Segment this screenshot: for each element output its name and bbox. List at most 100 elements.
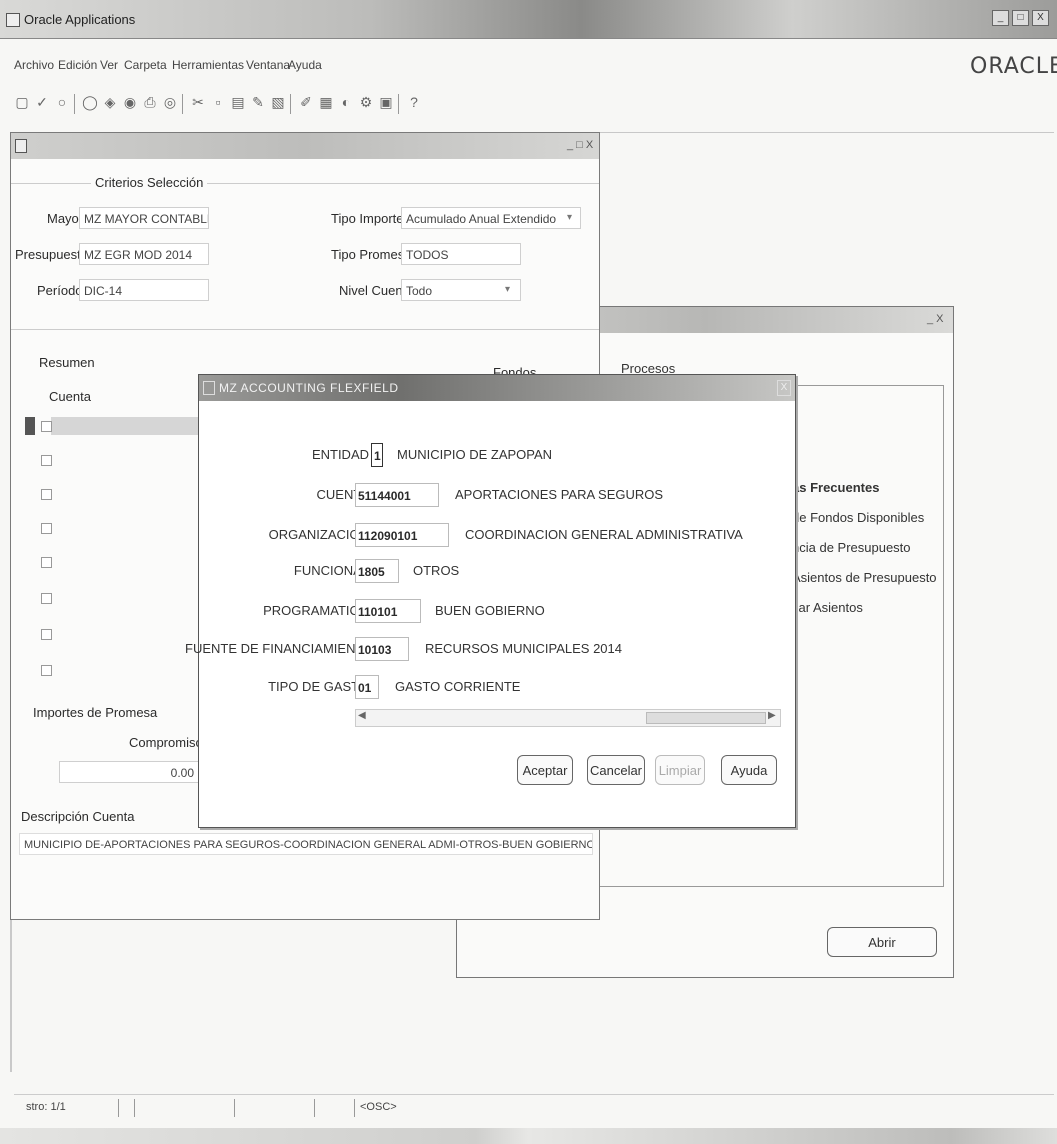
tipo-promesa-label: Tipo Promesa <box>331 247 412 262</box>
row-checkbox[interactable] <box>41 489 52 500</box>
row-checkbox[interactable] <box>41 455 52 466</box>
attach-icon[interactable]: ◎ <box>162 94 178 112</box>
row-checkbox[interactable] <box>41 665 52 676</box>
current-row-indicator <box>25 417 35 435</box>
fuente-label: FUENTE DE FINANCIAMIENTO <box>185 641 374 656</box>
status-separator <box>354 1099 355 1117</box>
close-icon[interactable]: X <box>777 380 791 396</box>
scrollbar-thumb[interactable] <box>646 712 766 724</box>
ayuda-button[interactable]: Ayuda <box>721 755 777 785</box>
window-controls-icon[interactable]: _ □ X <box>567 139 593 151</box>
process-item[interactable]: zar Asientos <box>792 600 863 615</box>
tipo-importe-label: Tipo Importe <box>331 211 404 226</box>
periodo-field[interactable]: DIC-14 <box>79 279 209 301</box>
help-icon[interactable]: ? <box>406 94 422 112</box>
scroll-right-icon[interactable]: ▶ <box>768 710 776 721</box>
navigator-icon[interactable]: ◈ <box>102 94 118 112</box>
edit-icon[interactable]: ✎ <box>250 94 266 112</box>
limpiar-button[interactable]: Limpiar <box>655 755 705 785</box>
tipo-gasto-input[interactable]: 01 <box>355 675 379 699</box>
process-item[interactable]: ncia de Presupuesto <box>792 540 911 555</box>
oracle-logo: ORACLE <box>970 54 1057 79</box>
process-item[interactable]: Asientos de Presupuesto <box>792 570 937 585</box>
nivel-cuenta-select[interactable]: Todo <box>401 279 521 301</box>
print-icon[interactable]: ⎙ <box>142 94 158 112</box>
row-checkbox[interactable] <box>41 523 52 534</box>
cuenta-input[interactable]: 51144001 <box>355 483 439 507</box>
row-checkbox[interactable] <box>41 421 52 432</box>
periodo-label: Período <box>37 283 83 298</box>
window-controls-icon[interactable]: _ X <box>927 313 944 325</box>
presupuesto-field[interactable]: MZ EGR MOD 2014 <box>79 243 209 265</box>
descripcion-label: Descripción Cuenta <box>21 809 135 824</box>
programatico-label: PROGRAMATICO <box>263 603 369 618</box>
funcional-input[interactable]: 1805 <box>355 559 399 583</box>
cuenta-header: Cuenta <box>49 389 91 404</box>
toolbar-separator <box>290 94 291 114</box>
organizacion-input[interactable]: 112090101 <box>355 523 449 547</box>
tipo-gasto-label: TIPO DE GASTO <box>268 679 369 694</box>
menu-archivo[interactable]: Archivo <box>14 58 54 72</box>
menu-herramientas[interactable]: Herramientas <box>172 58 244 72</box>
fuente-description: RECURSOS MUNICIPALES 2014 <box>425 641 622 656</box>
funcional-label: FUNCIONAL <box>293 563 369 578</box>
status-separator <box>234 1099 235 1117</box>
cuenta-label: CUENTA <box>316 487 369 502</box>
close-button[interactable]: X <box>1032 10 1049 26</box>
menu-ventana[interactable]: Ventana <box>246 58 290 72</box>
toolbar-separator <box>74 94 75 114</box>
menu-ayuda[interactable]: Ayuda <box>288 58 322 72</box>
row-checkbox[interactable] <box>41 629 52 640</box>
clear-icon[interactable]: ▧ <box>270 94 286 112</box>
menu-carpeta[interactable]: Carpeta <box>124 58 167 72</box>
chevron-down-icon[interactable]: ▾ <box>505 284 510 295</box>
horizontal-scrollbar[interactable]: ◀ ▶ <box>355 709 781 727</box>
aceptar-button[interactable]: Aceptar <box>517 755 573 785</box>
status-separator <box>314 1099 315 1117</box>
menu-edicion[interactable]: Edición <box>58 58 97 72</box>
toolbar-separator <box>182 94 183 114</box>
toolbar-separator <box>398 94 399 114</box>
menu-bar: Archivo Edición Ver Carpeta Herramientas… <box>0 54 1057 80</box>
find-icon[interactable]: ◯ <box>82 94 98 112</box>
status-bar: stro: 1/1 <OSC> <box>14 1094 1054 1121</box>
copy-icon[interactable]: ▫ <box>210 94 226 112</box>
accounting-flexfield-dialog: MZ ACCOUNTING FLEXFIELD X ENTIDAD 1 MUNI… <box>185 374 796 828</box>
presupuesto-label: Presupuesto <box>15 247 88 262</box>
menu-ver[interactable]: Ver <box>100 58 118 72</box>
abrir-button[interactable]: Abrir <box>827 927 937 957</box>
compromiso-field[interactable]: 0.00 <box>59 761 199 783</box>
scroll-left-icon[interactable]: ◀ <box>358 710 366 721</box>
dialog-title: MZ ACCOUNTING FLEXFIELD <box>219 381 399 395</box>
minimize-button[interactable]: _ <box>992 10 1009 26</box>
row-checkbox[interactable] <box>41 593 52 604</box>
row-checkbox[interactable] <box>41 557 52 568</box>
paste-icon[interactable]: ▤ <box>230 94 246 112</box>
zoom-icon[interactable]: ◉ <box>122 94 138 112</box>
mayor-field[interactable]: MZ MAYOR CONTABLE <box>79 207 209 229</box>
tipo-promesa-field[interactable]: TODOS <box>401 243 521 265</box>
window-icon[interactable]: ▣ <box>378 94 394 112</box>
open-icon[interactable]: ✓ <box>34 94 50 112</box>
globe-icon[interactable]: ◐ <box>338 94 354 112</box>
maximize-button[interactable]: □ <box>1012 10 1029 26</box>
save-icon[interactable]: ○ <box>54 94 70 112</box>
entidad-input[interactable]: 1 <box>371 443 383 467</box>
funcional-description: OTROS <box>413 563 460 578</box>
selected-row-highlight[interactable] <box>51 417 201 435</box>
tipo-importe-select[interactable]: Acumulado Anual Extendido <box>401 207 581 229</box>
entidad-description: MUNICIPIO DE ZAPOPAN <box>397 447 553 462</box>
fuente-input[interactable]: 10103 <box>355 637 409 661</box>
cancelar-button[interactable]: Cancelar <box>587 755 645 785</box>
translation-icon[interactable]: ▦ <box>318 94 334 112</box>
descripcion-field[interactable]: MUNICIPIO DE-APORTACIONES PARA SEGUROS-C… <box>19 833 593 855</box>
programatico-input[interactable]: 110101 <box>355 599 421 623</box>
process-item[interactable]: de Fondos Disponibles <box>792 510 924 525</box>
cuenta-description: APORTACIONES PARA SEGUROS <box>455 487 664 502</box>
cut-icon[interactable]: ✂ <box>190 94 206 112</box>
chevron-down-icon[interactable]: ▾ <box>567 212 572 223</box>
app-title: Oracle Applications <box>24 12 136 27</box>
folder-icon[interactable]: ✐ <box>298 94 314 112</box>
new-icon[interactable]: ▢ <box>14 94 30 112</box>
tools-icon[interactable]: ⚙ <box>358 94 374 112</box>
